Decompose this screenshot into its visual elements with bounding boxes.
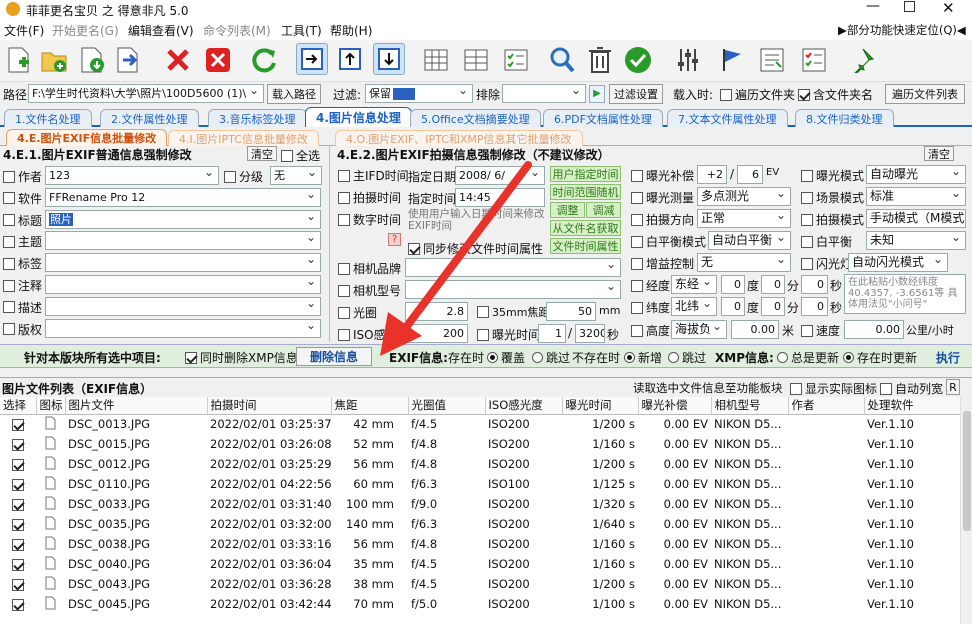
arrow-shaft xyxy=(400,161,532,334)
annotation-arrow xyxy=(380,161,532,356)
